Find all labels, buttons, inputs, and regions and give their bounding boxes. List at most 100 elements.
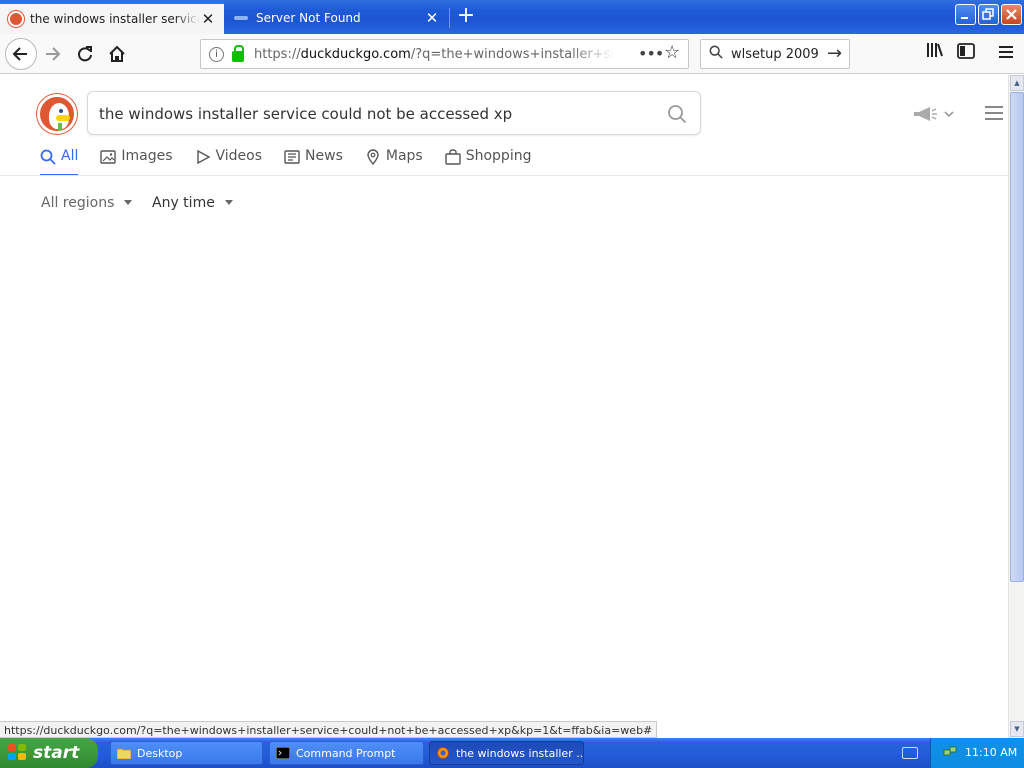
command-prompt-icon bbox=[276, 747, 290, 759]
tab-title: Server Not Found bbox=[256, 11, 361, 25]
home-icon bbox=[109, 45, 125, 62]
scroll-thumb[interactable] bbox=[1010, 92, 1024, 582]
close-tab-icon[interactable]: ✕ bbox=[200, 11, 216, 27]
bookmark-star-icon[interactable]: ☆ bbox=[664, 42, 680, 63]
restore-icon bbox=[982, 8, 994, 20]
duck-eye bbox=[59, 109, 63, 113]
sidebar-icon bbox=[957, 43, 975, 59]
hamburger-menu-icon bbox=[999, 46, 1013, 58]
library-icon bbox=[927, 43, 943, 57]
new-tab-button[interactable]: + bbox=[452, 4, 480, 30]
scroll-down-arrow-icon[interactable]: ▼ bbox=[1010, 721, 1024, 737]
start-button[interactable]: start bbox=[0, 738, 98, 768]
menu-line bbox=[985, 118, 1003, 120]
taskbar-item-command-prompt[interactable]: Command Prompt bbox=[269, 741, 424, 765]
duckduckgo-logo[interactable] bbox=[37, 94, 77, 134]
search-icon[interactable] bbox=[667, 104, 687, 124]
url-prefix: https:// bbox=[254, 46, 301, 62]
search-bar-value[interactable]: wlsetup 2009 bbox=[731, 47, 819, 62]
search-input[interactable]: the windows installer service could not … bbox=[87, 91, 701, 135]
search-icon bbox=[40, 149, 56, 165]
taskbar-item-browser[interactable]: the windows installer ... bbox=[429, 741, 584, 765]
info-icon[interactable]: i bbox=[209, 46, 224, 62]
close-icon bbox=[1006, 9, 1017, 20]
address-bar[interactable]: i https://duckduckgo.com/?q=the+windows+… bbox=[200, 39, 689, 69]
caret-down-icon bbox=[124, 200, 133, 205]
reload-icon bbox=[78, 46, 92, 62]
region-filter-dropdown[interactable]: All regions bbox=[41, 195, 133, 211]
taskbar-item-label: the windows installer ... bbox=[456, 746, 584, 760]
reload-button[interactable] bbox=[70, 39, 100, 69]
tab-shopping-label: Shopping bbox=[465, 148, 532, 164]
tab-news[interactable]: News bbox=[284, 148, 343, 176]
arrow-right-icon bbox=[46, 47, 61, 61]
tab-images-label: Images bbox=[121, 148, 173, 164]
menu-line bbox=[985, 112, 1003, 114]
tab-videos[interactable]: Videos bbox=[195, 148, 263, 176]
close-window-button[interactable] bbox=[1001, 4, 1022, 25]
url-text[interactable]: https://duckduckgo.com/?q=the+windows+in… bbox=[254, 47, 614, 62]
play-icon bbox=[196, 149, 210, 165]
menu-button[interactable] bbox=[993, 41, 1019, 67]
duck-beak bbox=[56, 115, 70, 121]
region-filter-label: All regions bbox=[41, 195, 115, 211]
duckduckgo-favicon-icon bbox=[8, 11, 24, 27]
tab-separator bbox=[449, 8, 450, 28]
newspaper-icon bbox=[284, 150, 300, 164]
taskbar: start Desktop Command Prompt the windows… bbox=[0, 738, 1024, 768]
library-button[interactable] bbox=[922, 41, 948, 67]
tabs-divider bbox=[0, 175, 1008, 176]
sidebar-button[interactable] bbox=[953, 41, 979, 67]
tab-server-not-found[interactable]: Server Not Found ✕ bbox=[226, 2, 448, 34]
tab-shopping[interactable]: Shopping bbox=[445, 148, 532, 176]
caret-down-icon bbox=[224, 200, 233, 205]
navigation-toolbar: i https://duckduckgo.com/?q=the+windows+… bbox=[0, 34, 1024, 74]
search-go-icon[interactable]: → bbox=[827, 43, 842, 64]
tab-maps[interactable]: Maps bbox=[365, 148, 423, 176]
tab-all-label: All bbox=[61, 148, 79, 164]
scroll-up-arrow-icon[interactable]: ▲ bbox=[1010, 75, 1024, 91]
minimize-icon bbox=[961, 17, 968, 19]
home-button[interactable] bbox=[102, 39, 132, 69]
start-label: start bbox=[33, 743, 80, 763]
search-bar[interactable]: wlsetup 2009 → bbox=[700, 39, 850, 69]
minimize-button[interactable] bbox=[955, 4, 976, 25]
vertical-scrollbar[interactable]: ▲ ▼ bbox=[1008, 75, 1024, 738]
browser-icon bbox=[437, 747, 449, 759]
network-icon[interactable] bbox=[943, 745, 957, 759]
search-query[interactable]: the windows installer service could not … bbox=[99, 105, 512, 123]
clock[interactable]: 11:10 AM bbox=[965, 746, 1017, 759]
back-button[interactable] bbox=[5, 38, 37, 70]
windows-flag-icon bbox=[8, 744, 28, 762]
forward-button[interactable] bbox=[38, 39, 68, 69]
folder-icon bbox=[117, 748, 131, 759]
tab-duckduckgo[interactable]: the windows installer service could not … bbox=[0, 2, 224, 34]
close-tab-icon[interactable]: ✕ bbox=[424, 10, 440, 26]
taskbar-item-label: Command Prompt bbox=[296, 746, 396, 760]
announcement-button[interactable] bbox=[912, 105, 958, 125]
taskbar-item-desktop[interactable]: Desktop bbox=[110, 741, 263, 765]
time-filter-dropdown[interactable]: Any time bbox=[152, 195, 233, 211]
web-page: the windows installer service could not … bbox=[0, 75, 1008, 721]
tab-all[interactable]: All bbox=[40, 148, 79, 176]
tab-maps-label: Maps bbox=[385, 148, 423, 164]
site-menu-icon[interactable] bbox=[985, 106, 1003, 120]
duck-tie bbox=[58, 123, 62, 131]
map-pin-icon bbox=[367, 149, 379, 165]
tab-images[interactable]: Images bbox=[100, 148, 173, 176]
keyboard-icon[interactable] bbox=[902, 747, 918, 759]
tab-videos-label: Videos bbox=[215, 148, 263, 164]
taskbar-item-label: Desktop bbox=[137, 746, 183, 760]
megaphone-icon bbox=[914, 107, 954, 121]
tab-news-label: News bbox=[305, 148, 343, 164]
shopping-bag-icon bbox=[445, 149, 461, 165]
url-host: duckduckgo.com bbox=[300, 46, 411, 62]
time-filter-label: Any time bbox=[152, 195, 215, 211]
image-icon bbox=[100, 150, 117, 164]
lock-icon[interactable] bbox=[232, 44, 244, 62]
system-tray: 11:10 AM bbox=[930, 738, 1024, 768]
page-actions-icon[interactable]: ••• bbox=[638, 44, 664, 63]
restore-button[interactable] bbox=[978, 4, 999, 25]
search-vertical-tabs: All Images Videos News Maps Shopping bbox=[40, 148, 553, 176]
url-path: /?q=the+windows+installer+service+could+… bbox=[410, 46, 614, 62]
